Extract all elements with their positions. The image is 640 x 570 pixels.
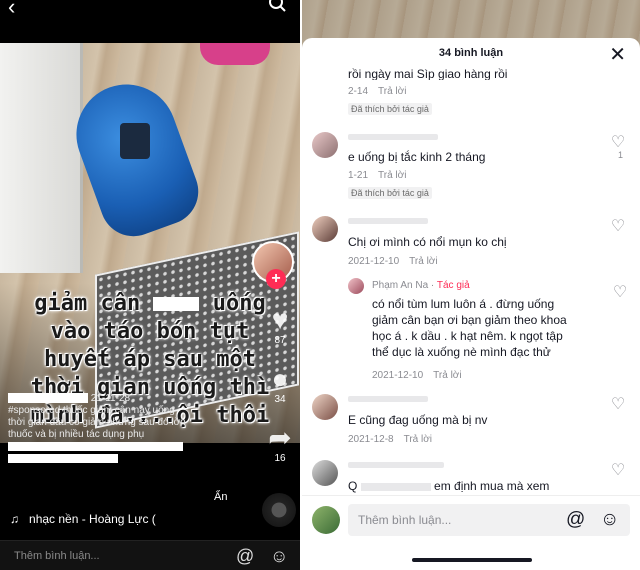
comment-prefix: Q bbox=[348, 479, 358, 493]
comment-text: có nổi tùm lum luôn á . đừng uống giảm c… bbox=[372, 297, 567, 359]
reply-link[interactable]: Trả lời bbox=[404, 434, 432, 445]
comment-text: Q em định mua mà xem bbox=[348, 478, 598, 494]
comment-input[interactable]: Thêm bình luận... @ ☺ bbox=[348, 504, 630, 536]
avatar[interactable] bbox=[312, 132, 338, 158]
username-redaction bbox=[348, 462, 444, 468]
hashtag-redaction bbox=[8, 441, 183, 451]
music-title: nhạc nền - Hoàng Lực ( bbox=[29, 512, 156, 526]
heart-outline-icon[interactable]: ♡ bbox=[608, 216, 628, 236]
share-arrow-icon: ➦ bbox=[268, 422, 292, 453]
comment-action[interactable]: ● 34 bbox=[262, 363, 298, 406]
liked-by-author-badge: Đã thích bởi tác giả bbox=[348, 187, 432, 199]
reply-link[interactable]: Trả lời bbox=[409, 256, 437, 267]
search-icon[interactable] bbox=[268, 0, 288, 21]
caption-line-1: #sponsored thuốc giảm cân này uống bbox=[8, 405, 175, 416]
username-redaction bbox=[348, 396, 428, 402]
follow-plus-icon[interactable]: + bbox=[266, 269, 286, 289]
redaction-bar bbox=[153, 297, 200, 311]
video-caption: 21-11-28 #sponsored thuốc giảm cân này u… bbox=[8, 393, 258, 465]
comment-date: 2-14 bbox=[348, 86, 369, 97]
back-arrow-icon[interactable]: ‹ bbox=[8, 0, 15, 20]
comments-title: 34 bình luận bbox=[438, 47, 504, 59]
like-action[interactable]: ♥ 87 bbox=[262, 304, 298, 347]
left-comment-placeholder: Thêm bình luận... bbox=[14, 550, 100, 562]
reply-link[interactable]: Trả lời bbox=[433, 370, 461, 381]
comment-like-count: 1 bbox=[617, 150, 623, 160]
comments-screen: 34 bình luận ✕ rồi ngày mai Sìp giao hàn… bbox=[302, 0, 640, 570]
comment-date: 2021-12-8 bbox=[348, 434, 394, 445]
heart-icon: ♥ bbox=[271, 304, 289, 335]
comment-text: rồi ngày mai Sìp giao hàng rồi bbox=[348, 67, 508, 80]
comment-input-placeholder: Thêm bình luận... bbox=[358, 513, 452, 527]
pink-cloth-shape bbox=[200, 43, 270, 65]
username-redaction bbox=[348, 218, 428, 224]
liked-by-author-badge: Đã thích bởi tác giả bbox=[348, 103, 432, 115]
heart-outline-icon[interactable]: ♡ bbox=[610, 282, 630, 302]
wall-shape bbox=[0, 43, 83, 273]
comment-date: 2021-12-10 bbox=[372, 370, 424, 381]
fan-control-shape bbox=[120, 123, 150, 159]
close-icon[interactable]: ✕ bbox=[609, 42, 626, 67]
author-avatar[interactable] bbox=[348, 278, 364, 294]
post-date-fragment: 21-11-28 bbox=[90, 393, 131, 404]
comment-date: 1-21 bbox=[348, 170, 369, 181]
video-panel: ‹ + giảm cân uống vào táo bón tụt huyết … bbox=[0, 0, 300, 570]
comment-item: Q em định mua mà xem ♡ bbox=[312, 460, 632, 494]
comment-text: E cũng đag uống mà bị nv bbox=[348, 413, 488, 427]
username-redaction bbox=[348, 134, 438, 140]
comment-input-bar: Thêm bình luận... @ ☺ bbox=[302, 495, 640, 546]
home-indicator bbox=[412, 558, 532, 562]
heart-outline-icon[interactable]: ♡ bbox=[608, 460, 628, 480]
text-redaction bbox=[360, 482, 431, 491]
comment-bubble-icon: ● bbox=[271, 363, 289, 394]
emoji-icon[interactable]: ☺ bbox=[270, 546, 288, 567]
comment-item: rồi ngày mai Sìp giao hàng rồi 2-14 Trả l… bbox=[312, 66, 632, 116]
caption-line-3: thuốc và bị nhiều tác dụng phụ bbox=[8, 429, 145, 440]
heart-outline-icon[interactable]: ♡ bbox=[608, 132, 628, 152]
action-rail: ♥ 87 ● 34 ➦ 16 bbox=[262, 305, 298, 482]
avatar[interactable] bbox=[312, 460, 338, 486]
share-count: 16 bbox=[274, 453, 286, 464]
caption-line-2: thời gian đầu có giảm nhưng sau đó lờn bbox=[8, 417, 186, 428]
left-comment-bar[interactable]: Thêm bình luận... @ ☺ bbox=[0, 540, 300, 570]
comment-text: Chị ơi mình có nổi mụn ko chị bbox=[348, 235, 507, 249]
comment-count: 34 bbox=[274, 394, 286, 405]
comment-text-visible: em định mua mà xem bbox=[434, 479, 550, 493]
username-redaction bbox=[8, 393, 88, 404]
avatar[interactable] bbox=[312, 394, 338, 420]
music-note-icon: ♫ bbox=[10, 512, 19, 526]
reply-author-line: Phạm An Na · Tác giả bbox=[372, 280, 470, 291]
hide-caption-button[interactable]: Ẩn bbox=[214, 491, 227, 503]
avatar[interactable] bbox=[312, 216, 338, 242]
reply-link[interactable]: Trả lời bbox=[378, 170, 406, 181]
reply-link[interactable]: Trả lời bbox=[378, 86, 406, 97]
comment-date: 2021-12-10 bbox=[348, 256, 400, 267]
like-count: 87 bbox=[274, 335, 286, 346]
author-tag: Tác giả bbox=[436, 280, 470, 291]
emoji-icon[interactable]: ☺ bbox=[600, 509, 619, 531]
overlay-line-2: uống bbox=[212, 291, 266, 316]
author-reply: Phạm An Na · Tác giả có nổi tùm lum luôn… bbox=[348, 278, 632, 381]
share-action[interactable]: ➦ 16 bbox=[262, 422, 298, 465]
hashtag-redaction bbox=[8, 453, 118, 463]
comment-item: Chị ơi mình có nổi mụn ko chị 2021-12-10… bbox=[312, 216, 632, 272]
comment-item: e uống bị tắc kinh 2 tháng 1-21 Trả lời Đ… bbox=[312, 132, 632, 202]
overlay-line-3: vào táo bón tụt bbox=[50, 319, 250, 344]
overlay-line-4: huyết áp sau một bbox=[44, 347, 256, 372]
my-avatar bbox=[312, 506, 340, 534]
comment-item: E cũng đag uống mà bị nv 2021-12-8 Trả lờ… bbox=[312, 394, 632, 450]
heart-outline-icon[interactable]: ♡ bbox=[608, 394, 628, 414]
music-disc-icon[interactable] bbox=[262, 493, 296, 527]
author-name: Phạm An Na bbox=[372, 280, 429, 291]
mention-icon[interactable]: @ bbox=[236, 546, 254, 567]
comments-sheet: 34 bình luận ✕ rồi ngày mai Sìp giao hàn… bbox=[302, 38, 640, 570]
comment-text: e uống bị tắc kinh 2 tháng bbox=[348, 150, 486, 164]
overlay-line-1: giảm cân bbox=[34, 291, 141, 316]
music-ticker[interactable]: ♫ nhạc nền - Hoàng Lực ( bbox=[10, 512, 156, 526]
mention-icon[interactable]: @ bbox=[566, 509, 585, 531]
